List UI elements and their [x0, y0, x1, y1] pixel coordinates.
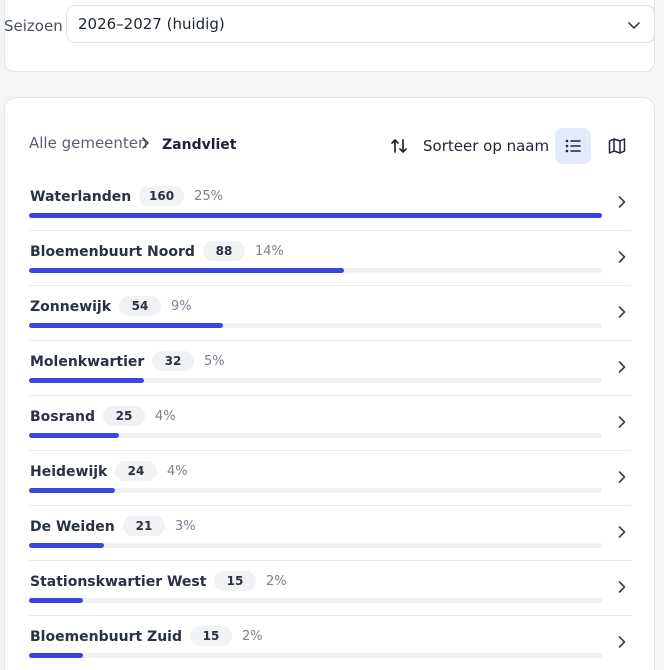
progress-track — [29, 433, 602, 438]
sort-arrows-icon — [391, 139, 407, 153]
neighbourhood-meta: 15 2% — [190, 626, 263, 646]
neighbourhood-meta: 24 4% — [115, 461, 188, 481]
progress-fill — [29, 653, 83, 658]
chevron-right-icon — [618, 581, 626, 593]
neighbourhood-meta: 88 14% — [203, 241, 284, 261]
neighbourhood-name: Waterlanden — [30, 189, 132, 205]
neighbourhood-name: Molenkwartier — [30, 354, 145, 370]
chevron-right-icon — [618, 306, 626, 318]
progress-track — [29, 213, 602, 218]
progress-fill — [29, 213, 602, 218]
neighbourhood-meta: 25 4% — [103, 406, 176, 426]
sort-button[interactable]: Sorteer op naam — [389, 128, 549, 164]
chevron-right-icon — [618, 361, 626, 373]
percentage: 25% — [194, 188, 223, 204]
list-item[interactable]: De Weiden 21 3% — [29, 506, 631, 561]
progress-track — [29, 378, 602, 383]
season-select[interactable]: 2026–2027 (huidig) — [66, 5, 655, 43]
percentage: 9% — [171, 298, 192, 314]
list-icon — [565, 139, 581, 153]
percentage: 2% — [266, 573, 287, 589]
percentage: 2% — [242, 628, 263, 644]
progress-fill — [29, 268, 345, 273]
percentage: 4% — [167, 463, 188, 479]
progress-fill — [29, 598, 83, 603]
neighbourhood-card: Alle gemeenten Zandvliet Sorteer op naam… — [4, 97, 655, 670]
card-toolbar: Alle gemeenten Zandvliet Sorteer op naam — [29, 128, 629, 168]
season-select-value: 2026–2027 (huidig) — [78, 15, 225, 33]
neighbourhood-meta: 21 3% — [123, 516, 196, 536]
percentage: 4% — [155, 408, 176, 424]
count-badge: 25 — [103, 406, 145, 426]
progress-fill — [29, 488, 115, 493]
list-item[interactable]: Molenkwartier 32 5% — [29, 341, 631, 396]
progress-fill — [29, 378, 144, 383]
progress-track — [29, 653, 602, 658]
chevron-right-icon — [618, 636, 626, 648]
count-badge: 54 — [119, 296, 161, 316]
progress-fill — [29, 433, 119, 438]
list-item[interactable]: Stationskwartier West 15 2% — [29, 561, 631, 616]
map-view-button[interactable] — [599, 128, 635, 164]
neighbourhood-list: Waterlanden 160 25% Bloemenbuurt Noord 88 14%… — [29, 176, 631, 670]
chevron-down-icon — [628, 22, 640, 29]
list-item[interactable]: Waterlanden 160 25% — [29, 176, 631, 231]
list-item[interactable]: Bloemenbuurt Noord 88 14% — [29, 231, 631, 286]
count-badge: 32 — [152, 351, 194, 371]
breadcrumb-current: Zandvliet — [162, 137, 237, 153]
neighbourhood-name: Bloemenbuurt Zuid — [30, 629, 182, 645]
list-item[interactable]: Zonnewijk 54 9% — [29, 286, 631, 341]
list-item[interactable]: Heidewijk 24 4% — [29, 451, 631, 506]
neighbourhood-meta: 160 25% — [139, 186, 223, 206]
neighbourhood-name: Heidewijk — [30, 464, 108, 480]
progress-track — [29, 268, 602, 273]
percentage: 14% — [255, 243, 284, 259]
map-icon — [608, 138, 626, 154]
list-item[interactable]: Bloemenbuurt Zuid 15 2% — [29, 616, 631, 670]
neighbourhood-meta: 15 2% — [214, 571, 287, 591]
progress-fill — [29, 323, 223, 328]
progress-track — [29, 488, 602, 493]
neighbourhood-name: Bosrand — [30, 409, 95, 425]
season-bar: Seizoen 2026–2027 (huidig) — [0, 4, 664, 48]
progress-track — [29, 598, 602, 603]
progress-fill — [29, 543, 105, 548]
percentage: 3% — [175, 518, 196, 534]
chevron-right-icon — [618, 196, 626, 208]
neighbourhood-name: De Weiden — [30, 519, 115, 535]
neighbourhood-name: Zonnewijk — [30, 299, 112, 315]
sort-label: Sorteer op naam — [423, 137, 550, 155]
neighbourhood-meta: 32 5% — [152, 351, 225, 371]
chevron-right-icon — [618, 526, 626, 538]
count-badge: 160 — [139, 186, 185, 206]
percentage: 5% — [204, 353, 225, 369]
chevron-right-icon — [618, 416, 626, 428]
chevron-right-icon — [618, 471, 626, 483]
neighbourhood-meta: 54 9% — [119, 296, 192, 316]
list-view-button[interactable] — [555, 128, 591, 164]
progress-track — [29, 543, 602, 548]
count-badge: 21 — [123, 516, 165, 536]
count-badge: 88 — [203, 241, 245, 261]
neighbourhood-name: Bloemenbuurt Noord — [30, 244, 195, 260]
season-label: Seizoen — [4, 17, 63, 35]
breadcrumb-root[interactable]: Alle gemeenten — [29, 134, 148, 152]
count-badge: 15 — [190, 626, 232, 646]
chevron-right-icon — [618, 251, 626, 263]
chevron-right-icon — [142, 137, 149, 149]
list-item[interactable]: Bosrand 25 4% — [29, 396, 631, 451]
progress-track — [29, 323, 602, 328]
count-badge: 24 — [115, 461, 157, 481]
neighbourhood-name: Stationskwartier West — [30, 574, 207, 590]
count-badge: 15 — [214, 571, 256, 591]
